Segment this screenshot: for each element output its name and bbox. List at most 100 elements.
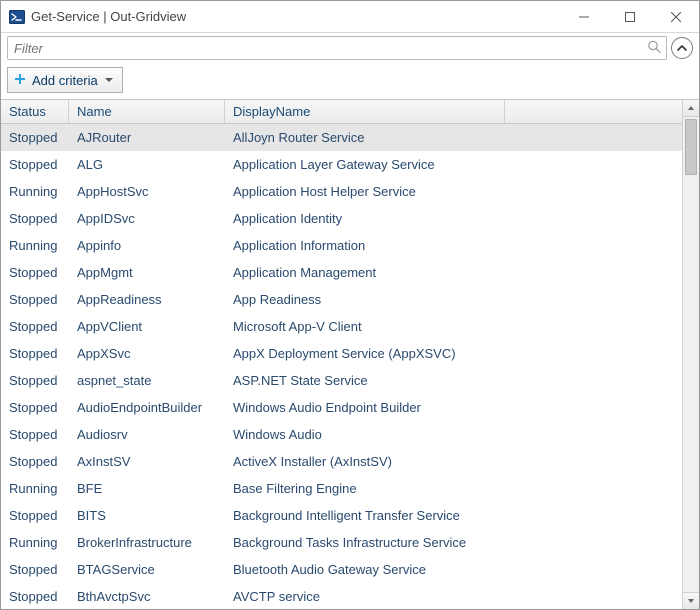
filter-input[interactable] (7, 36, 667, 60)
window: Get-Service | Out-Gridview Add cr (0, 0, 700, 610)
grid-header: Status Name DisplayName (1, 100, 682, 124)
cell-displayname: Microsoft App-V Client (225, 319, 682, 334)
cell-displayname: Windows Audio (225, 427, 682, 442)
cell-status: Stopped (1, 454, 69, 469)
cell-name: aspnet_state (69, 373, 225, 388)
cell-name: AppIDSvc (69, 211, 225, 226)
minimize-button[interactable] (561, 1, 607, 33)
cell-status: Stopped (1, 508, 69, 523)
chevron-down-icon (104, 73, 114, 88)
filter-bar (1, 33, 699, 63)
cell-status: Stopped (1, 265, 69, 280)
table-row[interactable]: StoppedBthAvctpSvcAVCTP service (1, 583, 682, 609)
scroll-up-arrow[interactable] (683, 100, 699, 117)
cell-displayname: Application Management (225, 265, 682, 280)
cell-status: Stopped (1, 589, 69, 604)
table-row[interactable]: StoppedAppXSvcAppX Deployment Service (A… (1, 340, 682, 367)
cell-status: Running (1, 184, 69, 199)
cell-name: BrokerInfrastructure (69, 535, 225, 550)
table-row[interactable]: StoppedAppIDSvcApplication Identity (1, 205, 682, 232)
table-row[interactable]: RunningBrokerInfrastructureBackground Ta… (1, 529, 682, 556)
cell-displayname: Windows Audio Endpoint Builder (225, 400, 682, 415)
table-row[interactable]: StoppedBTAGServiceBluetooth Audio Gatewa… (1, 556, 682, 583)
cell-displayname: Application Identity (225, 211, 682, 226)
titlebar: Get-Service | Out-Gridview (1, 1, 699, 33)
criteria-bar: Add criteria (1, 63, 699, 99)
filter-input-wrap (7, 36, 667, 60)
plus-icon (14, 73, 26, 88)
cell-displayname: Background Intelligent Transfer Service (225, 508, 682, 523)
column-header-name[interactable]: Name (69, 100, 225, 123)
cell-displayname: Base Filtering Engine (225, 481, 682, 496)
table-row[interactable]: StoppedAppVClientMicrosoft App-V Client (1, 313, 682, 340)
grid: Status Name DisplayName StoppedAJRouterA… (1, 100, 682, 609)
cell-displayname: Application Host Helper Service (225, 184, 682, 199)
cell-name: AppVClient (69, 319, 225, 334)
cell-status: Stopped (1, 400, 69, 415)
collapse-toggle[interactable] (671, 37, 693, 59)
cell-name: AudioEndpointBuilder (69, 400, 225, 415)
cell-name: ALG (69, 157, 225, 172)
table-row[interactable]: Stoppedaspnet_stateASP.NET State Service (1, 367, 682, 394)
scroll-thumb[interactable] (685, 119, 697, 175)
table-row[interactable]: RunningAppHostSvcApplication Host Helper… (1, 178, 682, 205)
cell-displayname: AppX Deployment Service (AppXSVC) (225, 346, 682, 361)
cell-status: Stopped (1, 157, 69, 172)
vertical-scrollbar[interactable] (682, 100, 699, 609)
table-row[interactable]: StoppedAJRouterAllJoyn Router Service (1, 124, 682, 151)
table-row[interactable]: RunningAppinfoApplication Information (1, 232, 682, 259)
cell-name: AJRouter (69, 130, 225, 145)
cell-name: BFE (69, 481, 225, 496)
cell-displayname: ActiveX Installer (AxInstSV) (225, 454, 682, 469)
column-header-status[interactable]: Status (1, 100, 69, 123)
window-title: Get-Service | Out-Gridview (31, 9, 186, 24)
cell-name: AppReadiness (69, 292, 225, 307)
table-row[interactable]: StoppedAppMgmtApplication Management (1, 259, 682, 286)
cell-name: AppHostSvc (69, 184, 225, 199)
cell-status: Stopped (1, 130, 69, 145)
cell-displayname: Background Tasks Infrastructure Service (225, 535, 682, 550)
cell-status: Stopped (1, 346, 69, 361)
table-row[interactable]: StoppedAppReadinessApp Readiness (1, 286, 682, 313)
table-row[interactable]: StoppedBITSBackground Intelligent Transf… (1, 502, 682, 529)
cell-name: BTAGService (69, 562, 225, 577)
add-criteria-button[interactable]: Add criteria (7, 67, 123, 93)
cell-name: Appinfo (69, 238, 225, 253)
cell-status: Stopped (1, 427, 69, 442)
cell-status: Stopped (1, 319, 69, 334)
table-row[interactable]: StoppedAudiosrvWindows Audio (1, 421, 682, 448)
cell-status: Stopped (1, 562, 69, 577)
table-row[interactable]: StoppedAxInstSVActiveX Installer (AxInst… (1, 448, 682, 475)
column-header-displayname[interactable]: DisplayName (225, 100, 505, 123)
table-row[interactable]: RunningBFEBase Filtering Engine (1, 475, 682, 502)
cell-displayname: App Readiness (225, 292, 682, 307)
cell-displayname: AllJoyn Router Service (225, 130, 682, 145)
cell-displayname: ASP.NET State Service (225, 373, 682, 388)
table-row[interactable]: StoppedALGApplication Layer Gateway Serv… (1, 151, 682, 178)
cell-displayname: AVCTP service (225, 589, 682, 604)
add-criteria-label: Add criteria (32, 73, 98, 88)
maximize-button[interactable] (607, 1, 653, 33)
cell-status: Stopped (1, 292, 69, 307)
cell-displayname: Application Layer Gateway Service (225, 157, 682, 172)
column-header-spacer (505, 100, 682, 123)
grid-wrap: Status Name DisplayName StoppedAJRouterA… (1, 99, 699, 609)
grid-body: StoppedAJRouterAllJoyn Router ServiceSto… (1, 124, 682, 609)
cell-name: BITS (69, 508, 225, 523)
cell-status: Running (1, 481, 69, 496)
cell-displayname: Bluetooth Audio Gateway Service (225, 562, 682, 577)
cell-name: AxInstSV (69, 454, 225, 469)
cell-name: BthAvctpSvc (69, 589, 225, 604)
cell-displayname: Application Information (225, 238, 682, 253)
scroll-track[interactable] (683, 117, 699, 592)
cell-name: Audiosrv (69, 427, 225, 442)
cell-status: Running (1, 238, 69, 253)
cell-status: Running (1, 535, 69, 550)
table-row[interactable]: StoppedAudioEndpointBuilderWindows Audio… (1, 394, 682, 421)
cell-name: AppMgmt (69, 265, 225, 280)
cell-status: Stopped (1, 211, 69, 226)
cell-status: Stopped (1, 373, 69, 388)
cell-name: AppXSvc (69, 346, 225, 361)
close-button[interactable] (653, 1, 699, 33)
scroll-down-arrow[interactable] (683, 592, 699, 609)
